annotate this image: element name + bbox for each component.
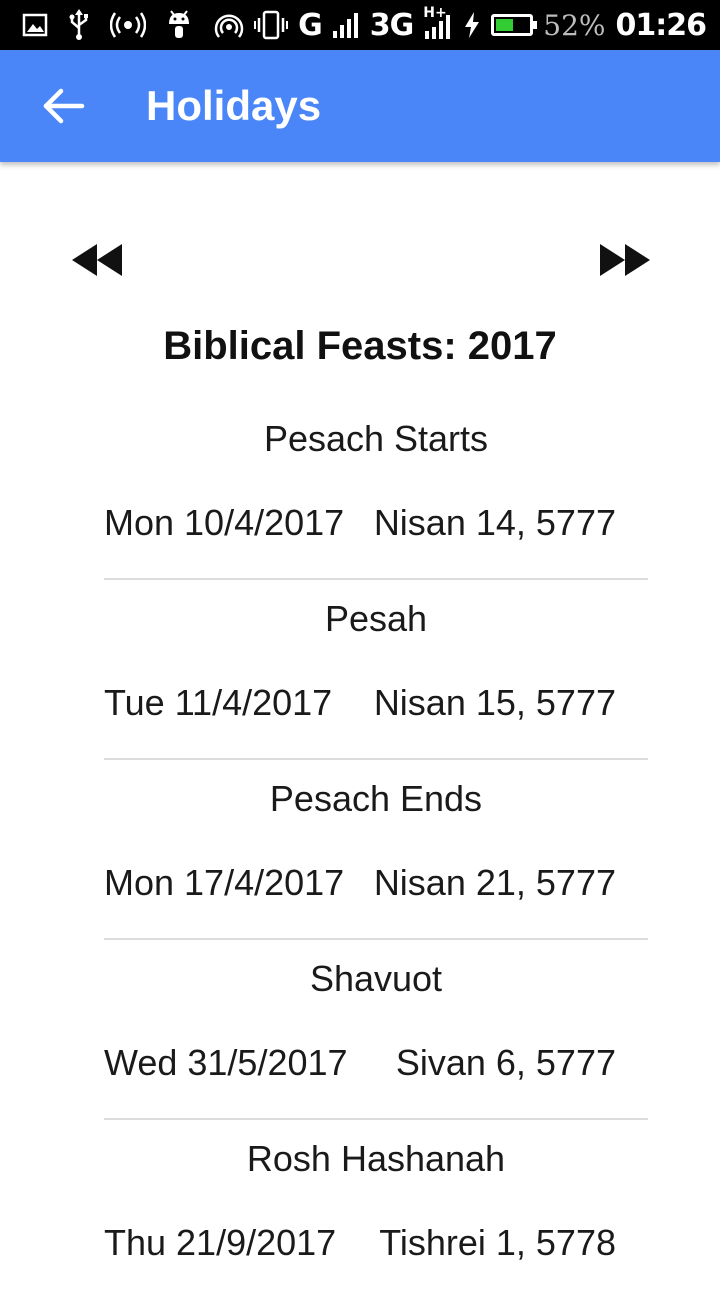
hebrew-date: Tishrei 1, 5778 [379,1222,616,1263]
status-left-icons [22,0,192,50]
holiday-list: Pesach Starts Mon 10/4/2017 Nisan 14, 57… [104,400,648,1300]
gregorian-date: Wed 31/5/2017 [104,1042,348,1083]
gregorian-date: Mon 10/4/2017 [104,502,345,543]
hplus-signal-group: H+ [423,5,453,41]
holiday-name: Shavuot [309,958,443,999]
holiday-name: Pesach Ends [269,778,483,819]
charging-icon [465,12,480,38]
signal-3g-icon [425,15,451,39]
network-g-label: G [298,7,323,43]
image-icon [22,13,48,37]
hebrew-date: Nisan 21, 5777 [373,862,616,903]
page-title: Holidays [146,82,322,129]
status-bar: G 3G H+ 52% 01:26 [0,0,720,50]
gregorian-date: Mon 17/4/2017 [104,862,345,903]
gregorian-date: Tue 11/4/2017 [104,682,333,723]
holiday-row[interactable]: Pesah Tue 11/4/2017 Nisan 15, 5777 [104,580,648,760]
usb-icon [69,9,88,40]
holiday-name: Pesach Starts [263,418,489,459]
status-right-icons: G 3G H+ 52% 01:26 [214,0,707,50]
holiday-row[interactable]: Shavuot Wed 31/5/2017 Sivan 6, 5777 [104,940,648,1120]
signal-icon [332,13,358,38]
battery-icon [491,14,538,36]
holiday-row[interactable]: Pesach Starts Mon 10/4/2017 Nisan 14, 57… [104,400,648,580]
year-heading: Biblical Feasts: 2017 [163,324,557,368]
wifi-hotspot-icon [214,14,244,38]
hotspot-icon [110,12,146,38]
holiday-name: Rosh Hashanah [246,1138,506,1179]
hebrew-date: Nisan 14, 5777 [373,502,616,543]
vibrate-icon [254,10,289,40]
holiday-row[interactable]: Rosh Hashanah Thu 21/9/2017 Tishrei 1, 5… [104,1120,648,1300]
fast-rewind-icon[interactable] [72,242,124,278]
hebrew-date: Sivan 6, 5777 [395,1042,616,1083]
app-bar: Holidays [0,50,720,162]
holiday-name: Pesah [324,598,428,639]
holiday-row[interactable]: Pesach Ends Mon 17/4/2017 Nisan 21, 5777 [104,760,648,940]
android-icon [169,10,189,38]
battery-percent: 52% [543,8,606,42]
fast-forward-icon[interactable] [598,242,650,278]
arrow-left-icon[interactable] [40,82,88,130]
hebrew-date: Nisan 15, 5777 [373,682,616,723]
network-3g-label: 3G [369,7,414,43]
clock: 01:26 [615,7,707,43]
gregorian-date: Thu 21/9/2017 [104,1222,337,1263]
battery-level-fill [496,19,513,31]
